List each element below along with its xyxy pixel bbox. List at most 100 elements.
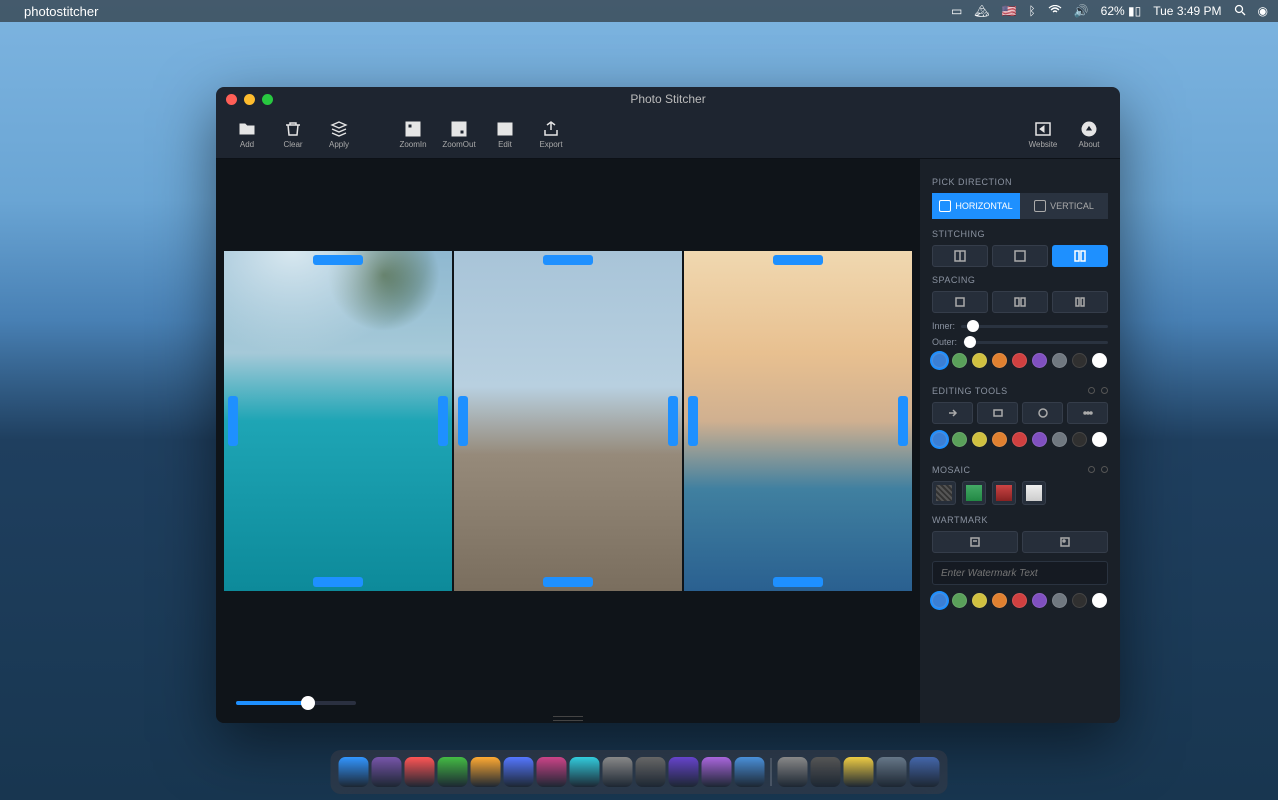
- color-swatch[interactable]: [932, 593, 947, 608]
- color-swatch[interactable]: [1052, 353, 1067, 368]
- dock-app-10[interactable]: [636, 757, 666, 787]
- window-titlebar[interactable]: Photo Stitcher: [216, 87, 1120, 111]
- crop-handle-bottom[interactable]: [313, 577, 363, 587]
- color-swatch[interactable]: [1092, 353, 1107, 368]
- crop-handle-left[interactable]: [688, 396, 698, 446]
- color-swatch[interactable]: [972, 432, 987, 447]
- dock-app-6[interactable]: [504, 757, 534, 787]
- spacing-option-1[interactable]: [932, 291, 988, 313]
- dock-app-4[interactable]: [438, 757, 468, 787]
- clear-button[interactable]: Clear: [272, 120, 314, 149]
- spotlight-icon[interactable]: [1234, 4, 1246, 19]
- color-swatch[interactable]: [932, 432, 947, 447]
- watermark-image-option[interactable]: [1022, 531, 1108, 553]
- about-button[interactable]: About: [1068, 120, 1110, 149]
- color-swatch[interactable]: [1052, 432, 1067, 447]
- battery-status[interactable]: 62% ▮▯: [1101, 4, 1142, 18]
- dock-app-9[interactable]: [603, 757, 633, 787]
- color-swatch[interactable]: [1012, 432, 1027, 447]
- color-swatch[interactable]: [972, 353, 987, 368]
- apply-button[interactable]: Apply: [318, 120, 360, 149]
- tool-circle[interactable]: [1022, 402, 1063, 424]
- export-button[interactable]: Export: [530, 120, 572, 149]
- tool-rect[interactable]: [977, 402, 1018, 424]
- color-swatch[interactable]: [1012, 353, 1027, 368]
- dock-app-15[interactable]: [811, 757, 841, 787]
- undo-icon[interactable]: [1088, 387, 1095, 394]
- dock-app-18[interactable]: [910, 757, 940, 787]
- slider-thumb[interactable]: [967, 320, 979, 332]
- clock[interactable]: Tue 3:49 PM: [1153, 4, 1221, 18]
- color-swatch[interactable]: [1092, 593, 1107, 608]
- color-swatch[interactable]: [952, 353, 967, 368]
- redo-icon[interactable]: [1101, 387, 1108, 394]
- crop-handle-right[interactable]: [668, 396, 678, 446]
- tool-arrow[interactable]: [932, 402, 973, 424]
- dock-app-11[interactable]: [669, 757, 699, 787]
- redo-icon[interactable]: [1101, 466, 1108, 473]
- color-swatch[interactable]: [952, 593, 967, 608]
- mosaic-pattern-3[interactable]: [992, 481, 1016, 505]
- dock-app-3[interactable]: [405, 757, 435, 787]
- zoom-window-button[interactable]: [262, 94, 273, 105]
- mosaic-pattern-1[interactable]: [932, 481, 956, 505]
- vertical-tab[interactable]: VERTICAL: [1020, 193, 1108, 219]
- dock-app-13[interactable]: [735, 757, 765, 787]
- photo-2[interactable]: [454, 251, 682, 591]
- color-swatch[interactable]: [1032, 432, 1047, 447]
- panel-resize-grip[interactable]: [548, 715, 588, 721]
- stitch-option-2[interactable]: [992, 245, 1048, 267]
- crop-handle-left[interactable]: [228, 396, 238, 446]
- watermark-text-input[interactable]: [932, 561, 1108, 585]
- color-swatch[interactable]: [1092, 432, 1107, 447]
- color-swatch[interactable]: [992, 593, 1007, 608]
- color-swatch[interactable]: [1032, 353, 1047, 368]
- dock-app-17[interactable]: [877, 757, 907, 787]
- dock-app-7[interactable]: [537, 757, 567, 787]
- wifi-icon[interactable]: [1048, 4, 1062, 18]
- mosaic-pattern-4[interactable]: [1022, 481, 1046, 505]
- dock-app-14[interactable]: [778, 757, 808, 787]
- crop-handle-right[interactable]: [898, 396, 908, 446]
- spacing-option-3[interactable]: [1052, 291, 1108, 313]
- crop-handle-bottom[interactable]: [543, 577, 593, 587]
- zoom-out-button[interactable]: ZoomOut: [438, 120, 480, 149]
- stitch-option-3[interactable]: [1052, 245, 1108, 267]
- dock-app-8[interactable]: [570, 757, 600, 787]
- canvas-viewport[interactable]: [216, 159, 920, 683]
- color-swatch[interactable]: [1072, 353, 1087, 368]
- crop-handle-top[interactable]: [313, 255, 363, 265]
- mountains-icon[interactable]: 🏔: [974, 4, 989, 18]
- dock-app-12[interactable]: [702, 757, 732, 787]
- color-swatch[interactable]: [992, 432, 1007, 447]
- stitch-option-1[interactable]: [932, 245, 988, 267]
- crop-handle-right[interactable]: [438, 396, 448, 446]
- control-center-icon[interactable]: ◉: [1258, 4, 1268, 18]
- zoom-in-button[interactable]: ZoomIn: [392, 120, 434, 149]
- tool-more[interactable]: [1067, 402, 1108, 424]
- minimize-window-button[interactable]: [244, 94, 255, 105]
- photo-1[interactable]: [224, 251, 452, 591]
- slider-thumb[interactable]: [964, 336, 976, 348]
- color-swatch[interactable]: [1012, 593, 1027, 608]
- photo-3[interactable]: [684, 251, 912, 591]
- crop-handle-top[interactable]: [773, 255, 823, 265]
- color-swatch[interactable]: [1072, 593, 1087, 608]
- undo-icon[interactable]: [1088, 466, 1095, 473]
- mosaic-pattern-2[interactable]: [962, 481, 986, 505]
- inner-spacing-slider[interactable]: [961, 325, 1108, 328]
- close-window-button[interactable]: [226, 94, 237, 105]
- edit-button[interactable]: Edit: [484, 120, 526, 149]
- spacing-option-2[interactable]: [992, 291, 1048, 313]
- dock-app-1[interactable]: [339, 757, 369, 787]
- add-button[interactable]: Add: [226, 120, 268, 149]
- website-button[interactable]: Website: [1022, 120, 1064, 149]
- dock-app-2[interactable]: [372, 757, 402, 787]
- crop-handle-top[interactable]: [543, 255, 593, 265]
- dock-app-5[interactable]: [471, 757, 501, 787]
- outer-spacing-slider[interactable]: [963, 341, 1108, 344]
- dock-app-16[interactable]: [844, 757, 874, 787]
- horizontal-tab[interactable]: HORIZONTAL: [932, 193, 1020, 219]
- display-icon[interactable]: ▭: [951, 4, 962, 18]
- color-swatch[interactable]: [992, 353, 1007, 368]
